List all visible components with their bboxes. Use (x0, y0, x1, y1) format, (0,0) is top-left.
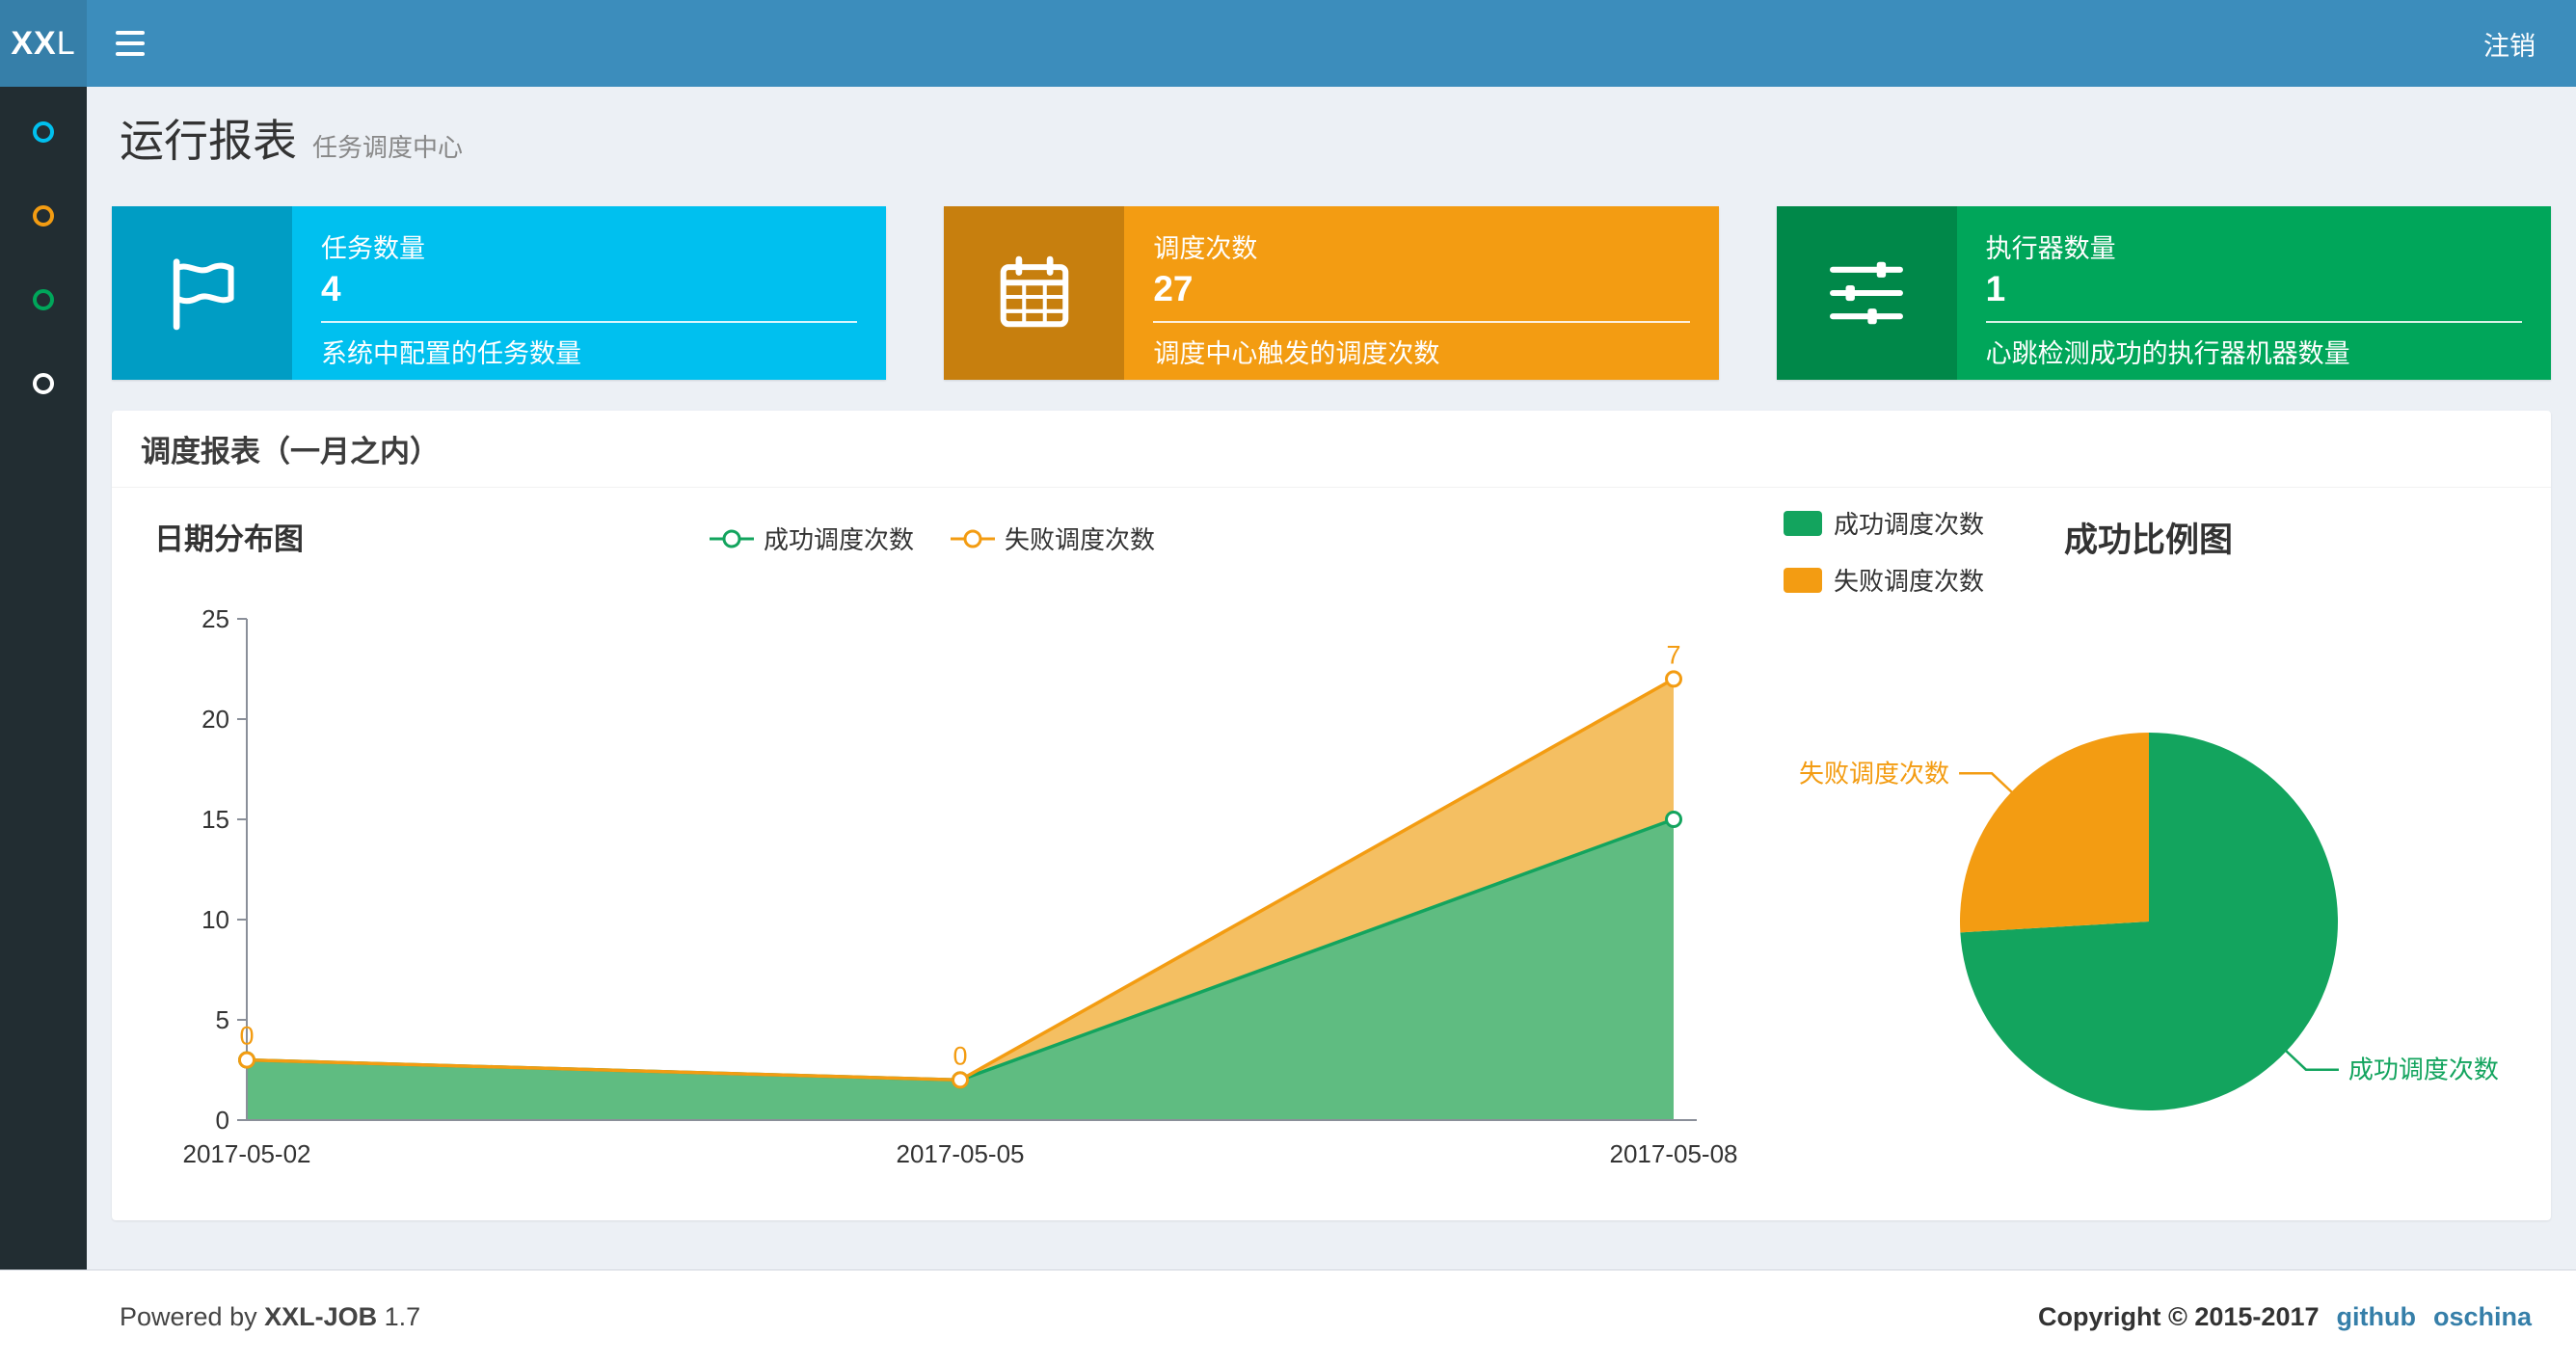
calendar-icon (944, 206, 1125, 380)
main-content: 运行报表 任务调度中心 任务数量 4 系统中配置的任务数量 调度次数 27 调度… (87, 87, 2576, 1269)
info-box-label: 任务数量 (321, 234, 425, 263)
sidebar-item-3[interactable] (0, 373, 87, 396)
pie-chart: 成功调度次数 失败调度次数 (1799, 733, 2499, 1110)
svg-text:0: 0 (216, 1106, 229, 1135)
legend-label: 成功调度次数 (764, 525, 915, 554)
app-root: XX L 注销 运行报表 任务调度中心 任务数量 4 系统中配置的任务数量 调度… (0, 0, 2576, 1363)
line-chart-legend: 成功调度次数 失败调度次数 (710, 521, 1155, 556)
line-chart-title: 日期分布图 (154, 522, 304, 556)
circle-icon (33, 121, 54, 143)
legend-item-fail[interactable]: 失败调度次数 (951, 521, 1155, 556)
info-box-number: 1 (1985, 269, 2006, 308)
footer-copyright-area: Copyright © 2015-2017 github oschina (2038, 1302, 2532, 1332)
info-box-label: 执行器数量 (1985, 234, 2116, 263)
github-link[interactable]: github (2337, 1302, 2416, 1332)
info-box-content: 调度次数 27 调度中心触发的调度次数 (1124, 206, 1718, 380)
sidebar (0, 87, 87, 1269)
svg-text:25: 25 (201, 604, 229, 633)
logo-text-bold: XX (11, 24, 57, 62)
date-distribution-chart: 日期分布图 成功调度次数 失败调度次数 0 5 10 15 20 25 2017… (112, 488, 1770, 1220)
svg-text:7: 7 (1666, 640, 1680, 669)
app-logo[interactable]: XX L (0, 0, 87, 87)
legend-item-success[interactable]: 成功调度次数 (1784, 505, 1984, 541)
pie-chart-title: 成功比例图 (2064, 521, 2234, 559)
hamburger-icon (116, 31, 145, 35)
navbar-spacer (174, 0, 2443, 87)
legend-label: 失败调度次数 (1005, 525, 1156, 554)
info-box-description: 心跳检测成功的执行器机器数量 (1985, 339, 2350, 368)
info-box-divider (321, 321, 858, 323)
flag-icon (112, 206, 292, 380)
circle-icon (33, 373, 54, 394)
svg-text:0: 0 (239, 1022, 254, 1051)
area-line-chart: 05101520252017-05-02 2017-05-05 2017-05-08… (183, 604, 1738, 1168)
oschina-link[interactable]: oschina (2433, 1302, 2532, 1332)
panel-header: 调度报表（一月之内） (112, 411, 2551, 488)
report-panel: 调度报表（一月之内） 日期分布图 成功调度次数 失败调度次数 0 5 10 15… (112, 411, 2551, 1220)
navbar: XX L 注销 (0, 0, 2576, 87)
svg-text:2017-05-08: 2017-05-08 (1610, 1139, 1738, 1168)
info-box-number: 27 (1153, 269, 1194, 308)
legend-swatch (1784, 510, 1822, 536)
info-box-divider (1153, 321, 1690, 323)
sliders-icon (1776, 206, 1957, 380)
info-box-content: 执行器数量 1 心跳检测成功的执行器机器数量 (1957, 206, 2551, 380)
charts-area: 日期分布图 成功调度次数 失败调度次数 0 5 10 15 20 25 2017… (112, 488, 2551, 1220)
page-subtitle: 任务调度中心 (312, 133, 464, 162)
legend-item-fail[interactable]: 失败调度次数 (1784, 562, 1984, 598)
sidebar-item-2[interactable] (0, 289, 87, 312)
info-box-tasks: 任务数量 4 系统中配置的任务数量 (112, 206, 887, 380)
svg-text:20: 20 (201, 705, 229, 734)
footer-powered-by: Powered by XXL-JOB 1.7 (120, 1301, 421, 1331)
info-box-trigger-count: 调度次数 27 调度中心触发的调度次数 (944, 206, 1719, 380)
panel-title: 调度报表（一月之内） (141, 435, 440, 468)
svg-text:5: 5 (216, 1005, 229, 1034)
circle-icon (33, 205, 54, 227)
svg-text:2017-05-02: 2017-05-02 (183, 1139, 311, 1168)
circle-icon (33, 289, 54, 310)
sidebar-item-0[interactable] (0, 121, 87, 145)
info-box-description: 调度中心触发的调度次数 (1153, 339, 1440, 368)
svg-text:失败调度次数: 失败调度次数 (1799, 759, 1949, 788)
legend-label: 失败调度次数 (1834, 567, 1985, 596)
logout-link[interactable]: 注销 (2443, 0, 2576, 87)
logo-text-light: L (56, 24, 76, 62)
line-marker-icon (710, 529, 754, 548)
svg-text:2017-05-05: 2017-05-05 (897, 1139, 1025, 1168)
svg-text:成功调度次数: 成功调度次数 (2348, 1056, 2499, 1084)
info-box-row: 任务数量 4 系统中配置的任务数量 调度次数 27 调度中心触发的调度次数 执行… (112, 206, 2551, 380)
line-marker-icon (951, 529, 996, 548)
sidebar-item-1[interactable] (0, 205, 87, 228)
footer-version: 1.7 (384, 1301, 421, 1331)
footer: Powered by XXL-JOB 1.7 Copyright © 2015-… (0, 1269, 2576, 1363)
legend-swatch (1784, 567, 1822, 593)
pie-chart-legend: 成功调度次数 失败调度次数 (1784, 505, 1984, 598)
legend-item-success[interactable]: 成功调度次数 (710, 521, 914, 556)
info-box-label: 调度次数 (1153, 234, 1258, 263)
info-box-executors: 执行器数量 1 心跳检测成功的执行器机器数量 (1776, 206, 2551, 380)
info-box-description: 系统中配置的任务数量 (321, 339, 581, 368)
svg-text:15: 15 (201, 805, 229, 834)
sidebar-toggle-button[interactable] (87, 0, 174, 87)
copyright-text: Copyright © 2015-2017 (2037, 1301, 2320, 1331)
svg-text:10: 10 (201, 905, 229, 934)
legend-label: 成功调度次数 (1834, 510, 1985, 539)
page-title: 运行报表 (120, 116, 297, 166)
info-box-number: 4 (321, 269, 341, 308)
info-box-content: 任务数量 4 系统中配置的任务数量 (292, 206, 886, 380)
svg-text:0: 0 (953, 1041, 967, 1070)
success-ratio-chart: 成功调度次数 失败调度次数 成功比例图 成功调度次数 失败调度次数 (1770, 488, 2551, 1220)
info-box-divider (1985, 321, 2522, 323)
footer-brand: XXL-JOB (264, 1301, 378, 1331)
page-header: 运行报表 任务调度中心 (120, 106, 2551, 181)
